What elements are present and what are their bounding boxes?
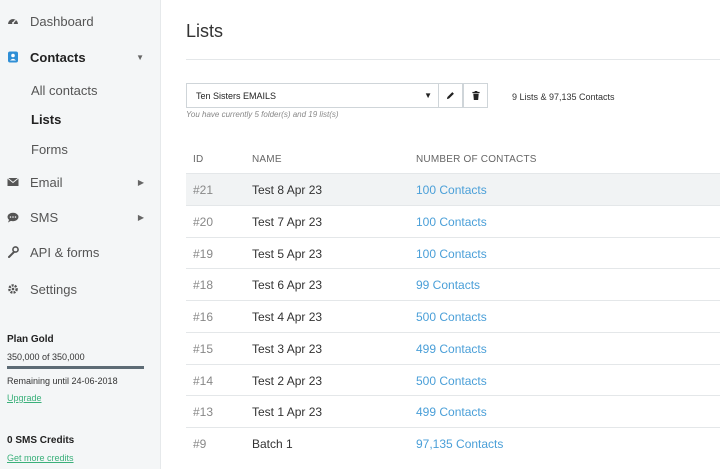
settings-icon [6, 282, 20, 296]
list-id: #20 [193, 215, 214, 229]
list-id: #18 [193, 278, 214, 292]
list-contacts-link[interactable]: 500 Contacts [416, 310, 487, 324]
subnav-forms[interactable]: Forms [31, 142, 68, 157]
api-icon [6, 245, 20, 259]
subnav-all-contacts[interactable]: All contacts [31, 83, 97, 98]
list-contacts-link[interactable]: 499 Contacts [416, 342, 487, 356]
main-content: Lists Ten Sisters EMAILS ▼ 9 Lists & 97,… [161, 0, 720, 469]
table-row[interactable]: #15 Test 3 Apr 23 499 Contacts [186, 332, 720, 364]
plan-usage-bar-fill [7, 366, 144, 369]
table-row[interactable]: #21 Test 8 Apr 23 100 Contacts [186, 173, 720, 205]
page-title: Lists [186, 21, 224, 41]
upgrade-link[interactable]: Upgrade [7, 393, 42, 403]
folder-hint: You have currently 5 folder(s) and 19 li… [186, 110, 339, 119]
list-name: Test 1 Apr 23 [252, 405, 323, 419]
table-row[interactable]: #18 Test 6 Apr 23 99 Contacts [186, 268, 720, 300]
table-row[interactable]: #14 Test 2 Apr 23 500 Contacts [186, 364, 720, 396]
nav-dashboard-label: Dashboard [30, 13, 94, 29]
trash-icon [471, 87, 480, 105]
list-contacts-link[interactable]: 97,135 Contacts [416, 437, 503, 451]
list-id: #19 [193, 247, 214, 261]
nav-settings-label: Settings [30, 281, 77, 297]
delete-folder-button[interactable] [463, 83, 488, 108]
edit-folder-button[interactable] [438, 83, 463, 108]
chevron-right-icon: ▶ [137, 177, 144, 187]
list-contacts-link[interactable]: 99 Contacts [416, 278, 480, 292]
dashboard-icon [6, 14, 20, 28]
title-divider [186, 59, 720, 60]
nav-api-forms[interactable]: API & forms [0, 238, 160, 266]
list-name: Test 2 Apr 23 [252, 374, 323, 388]
list-name: Batch 1 [252, 437, 293, 451]
list-name: Test 3 Apr 23 [252, 342, 323, 356]
plan-usage: 350,000 of 350,000 [7, 352, 85, 362]
list-name: Test 7 Apr 23 [252, 215, 323, 229]
sms-credits: 0 SMS Credits [7, 435, 75, 446]
folder-select[interactable]: Ten Sisters EMAILS ▼ [186, 83, 439, 108]
list-id: #16 [193, 310, 214, 324]
list-id: #21 [193, 183, 214, 197]
nav-sms[interactable]: SMS ▶ [0, 203, 160, 231]
plan-remaining: Remaining until 24-06-2018 [7, 376, 118, 386]
nav-contacts[interactable]: Contacts ▼ [0, 43, 160, 71]
nav-sms-label: SMS [30, 209, 59, 225]
email-icon [6, 175, 20, 189]
list-name: Test 4 Apr 23 [252, 310, 323, 324]
table-row[interactable]: #19 Test 5 Apr 23 100 Contacts [186, 237, 720, 269]
list-id: #13 [193, 405, 214, 419]
list-name: Test 8 Apr 23 [252, 183, 323, 197]
plan-usage-bar [7, 366, 144, 369]
column-header-contacts[interactable]: NUMBER OF CONTACTS [416, 154, 537, 165]
list-id: #15 [193, 342, 214, 356]
list-contacts-link[interactable]: 100 Contacts [416, 215, 487, 229]
table-row[interactable]: #13 Test 1 Apr 23 499 Contacts [186, 395, 720, 427]
table-row[interactable]: #20 Test 7 Apr 23 100 Contacts [186, 205, 720, 237]
column-header-name[interactable]: NAME [252, 154, 282, 165]
get-more-credits-link[interactable]: Get more credits [7, 453, 74, 463]
table-row[interactable]: #9 Batch 1 97,135 Contacts [186, 427, 720, 459]
nav-dashboard[interactable]: Dashboard [0, 7, 160, 35]
list-contacts-link[interactable]: 100 Contacts [416, 247, 487, 261]
subnav-lists[interactable]: Lists [31, 112, 61, 127]
chevron-right-icon: ▶ [137, 212, 144, 222]
table-row[interactable]: #16 Test 4 Apr 23 500 Contacts [186, 300, 720, 332]
nav-api-forms-label: API & forms [30, 244, 100, 260]
sidebar: Dashboard Contacts ▼ All contacts Lists … [0, 0, 161, 469]
list-id: #14 [193, 374, 214, 388]
contacts-icon [6, 50, 20, 64]
list-contacts-link[interactable]: 100 Contacts [416, 183, 487, 197]
nav-contacts-label: Contacts [30, 49, 86, 65]
plan-title: Plan Gold [7, 334, 54, 345]
nav-email[interactable]: Email ▶ [0, 168, 160, 196]
sms-icon [6, 210, 20, 224]
column-header-id[interactable]: ID [193, 154, 203, 165]
nav-settings[interactable]: Settings [0, 275, 160, 303]
list-id: #9 [193, 437, 207, 451]
caret-down-icon: ▼ [424, 91, 432, 100]
list-contacts-link[interactable]: 499 Contacts [416, 405, 487, 419]
caret-down-icon: ▼ [136, 52, 144, 62]
pencil-icon [446, 87, 455, 105]
nav-email-label: Email [30, 174, 63, 190]
list-name: Test 6 Apr 23 [252, 278, 323, 292]
folder-select-value: Ten Sisters EMAILS [196, 90, 277, 101]
list-contacts-link[interactable]: 500 Contacts [416, 374, 487, 388]
list-name: Test 5 Apr 23 [252, 247, 323, 261]
lists-summary: 9 Lists & 97,135 Contacts [512, 92, 615, 102]
